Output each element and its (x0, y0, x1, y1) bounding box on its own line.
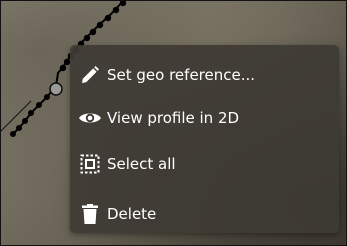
polyline-connector-line (1, 100, 32, 132)
polyline-vertex (22, 118, 28, 124)
screenshot-frame: Set geo reference... View profile in 2D … (0, 0, 347, 246)
menu-item-view-profile-2d[interactable]: View profile in 2D (70, 98, 339, 138)
selected-vertex-handle[interactable] (49, 82, 63, 96)
polyline-vertex (36, 102, 42, 108)
pencil-icon (78, 63, 102, 87)
polyline-vertex (112, 6, 120, 14)
eye-icon (78, 106, 102, 130)
polyline-vertex (44, 94, 50, 100)
menu-item-delete[interactable]: Delete (70, 194, 339, 234)
polyline-vertex (16, 125, 22, 131)
polyline-vertex (10, 131, 16, 137)
polyline-vertex (119, 1, 127, 7)
menu-item-label: Set geo reference... (107, 66, 256, 84)
menu-item-label: Delete (107, 205, 157, 223)
polyline-vertex (59, 64, 67, 72)
context-menu: Set geo reference... View profile in 2D … (70, 45, 339, 233)
menu-item-label: Select all (107, 155, 176, 173)
select-all-icon (78, 152, 102, 176)
menu-item-label: View profile in 2D (107, 109, 240, 127)
trash-icon (78, 202, 102, 226)
polyline-vertex (104, 14, 112, 22)
polyline-vertex (83, 34, 91, 42)
menu-item-select-all[interactable]: Select all (70, 144, 339, 184)
polyline-vertex (89, 28, 97, 36)
menu-item-set-geo-reference[interactable]: Set geo reference... (70, 55, 339, 95)
polyline-vertex (96, 21, 104, 29)
polyline-vertex (28, 110, 34, 116)
